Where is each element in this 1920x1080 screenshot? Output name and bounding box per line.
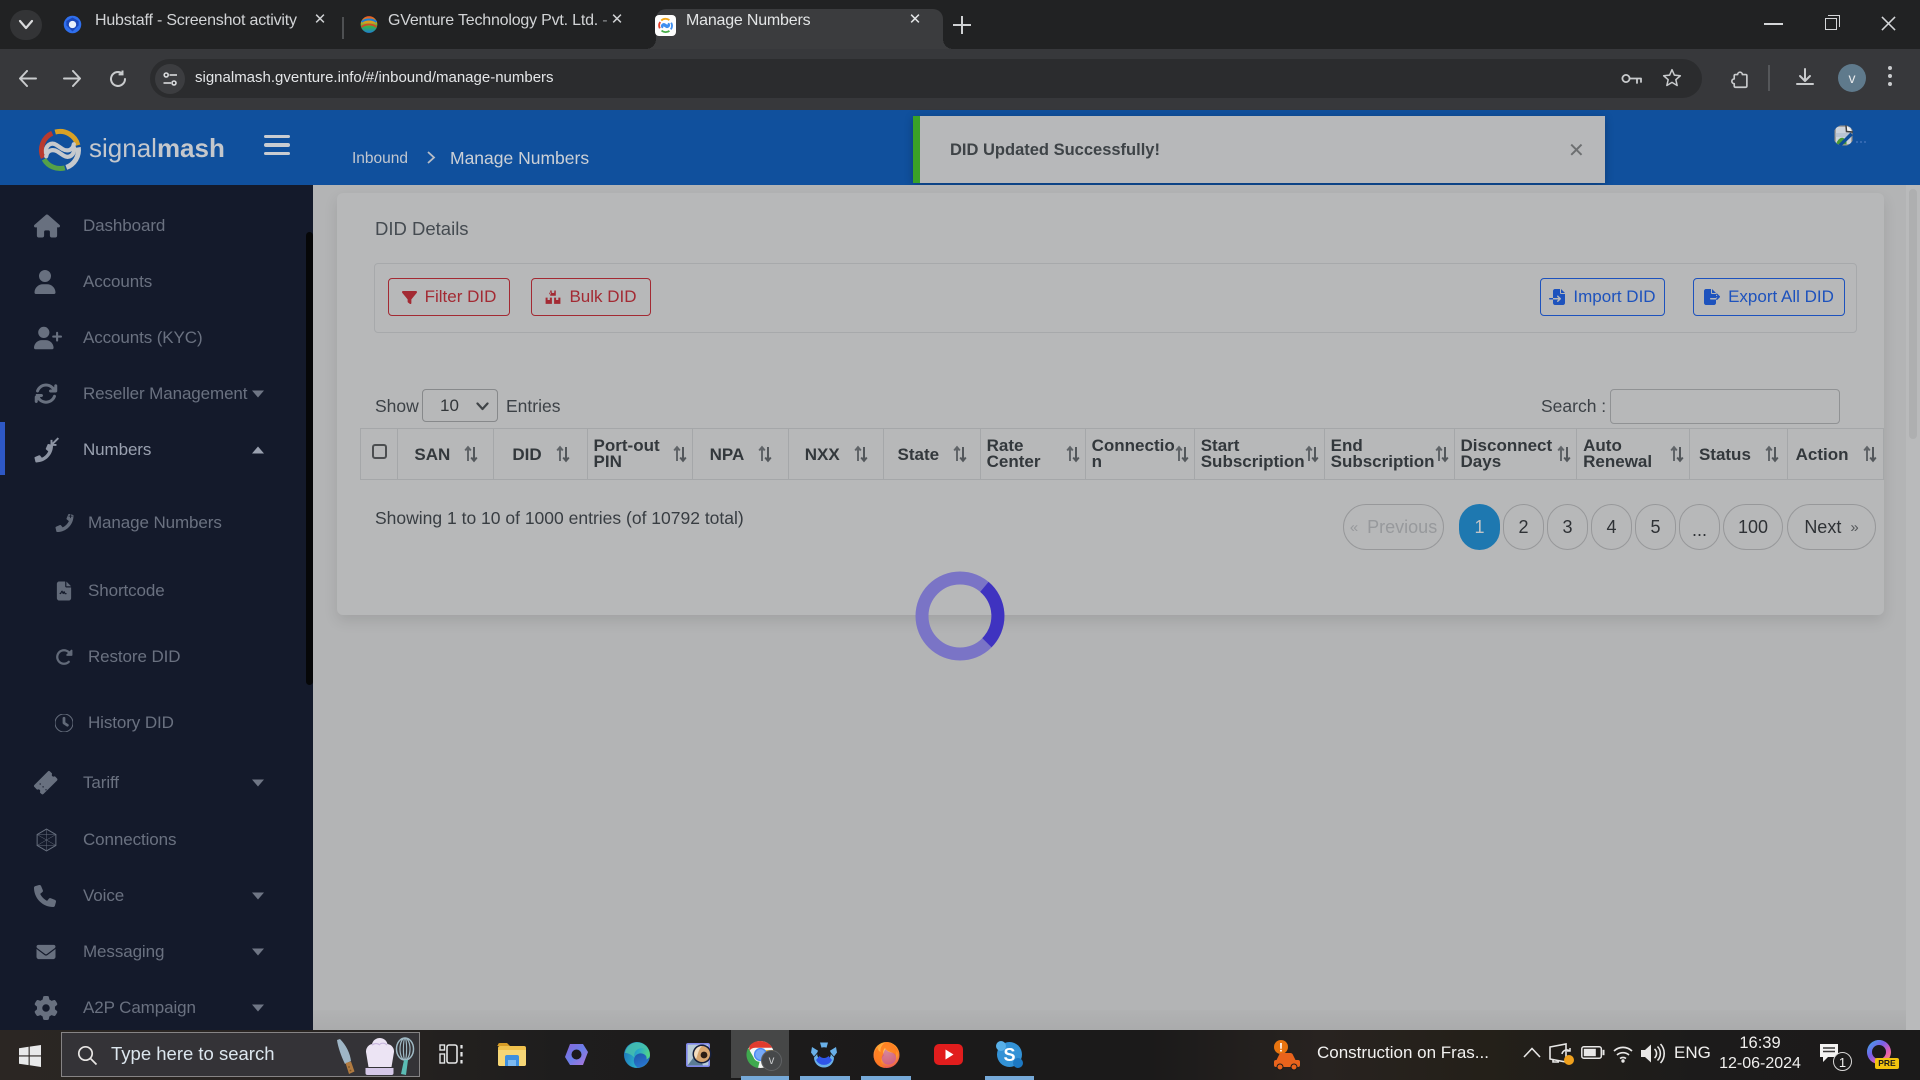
svg-text:!: !: [1279, 1041, 1283, 1055]
svg-text:S: S: [1003, 1045, 1015, 1065]
